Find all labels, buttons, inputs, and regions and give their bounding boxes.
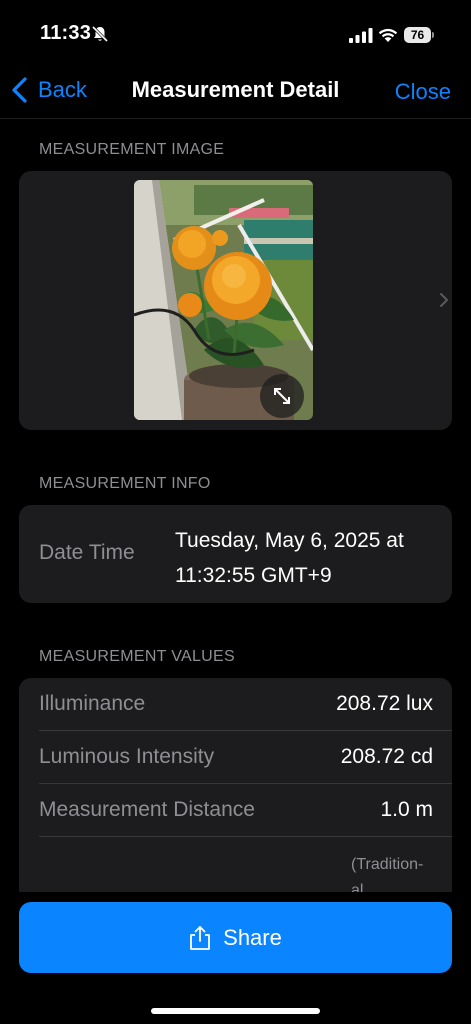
partial-note-text: (Tradition- al	[351, 856, 424, 892]
measurement-photo[interactable]	[134, 180, 313, 420]
measurement-info-card: Date Time Tuesday, May 6, 2025 at 11:32:…	[19, 505, 452, 603]
value-row-illuminance: Illuminance 208.72 lux	[19, 678, 452, 731]
bell-slash-icon	[91, 25, 109, 43]
section-header-info: MEASUREMENT INFO	[39, 475, 211, 492]
home-indicator	[151, 1008, 320, 1014]
value-text: 208.72 lux	[336, 692, 433, 715]
value-label: Luminous Intensity	[39, 745, 215, 768]
share-icon	[190, 925, 211, 950]
battery-level: 76	[404, 27, 431, 43]
status-time: 11:33	[40, 22, 92, 44]
battery-icon: 76	[404, 27, 434, 43]
value-row-luminous-intensity: Luminous Intensity 208.72 cd	[19, 731, 452, 784]
wifi-icon	[378, 28, 398, 42]
value-text: 208.72 cd	[340, 745, 433, 768]
screen: 11:33 76 Back Measurement Detail Close M…	[0, 0, 471, 1024]
navigation-bar: Back Measurement Detail Close	[0, 62, 471, 118]
measurement-image-card[interactable]	[19, 171, 452, 430]
section-header-image: MEASUREMENT IMAGE	[39, 141, 225, 158]
signal-icon	[349, 28, 373, 43]
close-button[interactable]: Close	[395, 79, 451, 105]
value-row-measurement-distance: Measurement Distance 1.0 m	[19, 784, 452, 837]
share-label: Share	[223, 924, 282, 950]
content-scroll[interactable]: MEASUREMENT IMAGE MEASUREMENT INFO Date …	[0, 119, 471, 892]
status-bar: 11:33 76	[0, 0, 471, 60]
expand-image-button[interactable]	[260, 374, 304, 418]
date-time-label: Date Time	[39, 541, 135, 564]
value-text: 1.0 m	[380, 798, 433, 821]
value-label: Measurement Distance	[39, 798, 255, 821]
expand-arrows-icon	[274, 388, 290, 404]
date-time-value: Tuesday, May 6, 2025 at 11:32:55 GMT+9	[175, 529, 404, 587]
share-button[interactable]: Share	[19, 902, 452, 973]
measurement-values-card: Illuminance 208.72 lux Luminous Intensit…	[19, 678, 452, 892]
section-header-values: MEASUREMENT VALUES	[39, 648, 235, 665]
chevron-right-icon[interactable]	[439, 292, 449, 308]
value-label: Illuminance	[39, 692, 146, 715]
